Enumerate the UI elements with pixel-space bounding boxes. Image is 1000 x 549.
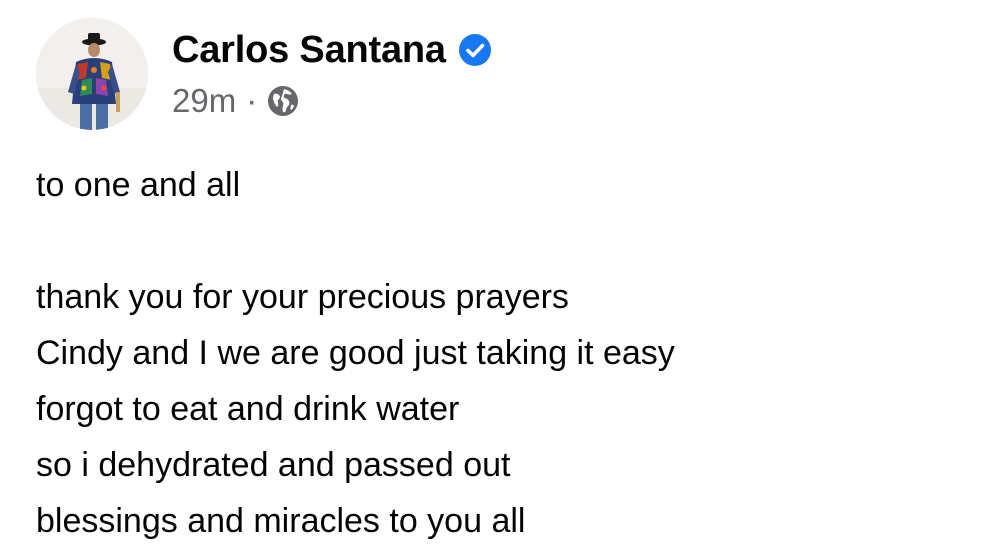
author-name[interactable]: Carlos Santana <box>172 27 446 73</box>
post-greeting: to one and all <box>36 166 241 204</box>
post-timestamp[interactable]: 29m <box>172 77 236 125</box>
globe-icon[interactable] <box>267 85 299 117</box>
post-meta: Carlos Santana 29m · <box>172 23 492 125</box>
post-body: to one and all thank you for your precio… <box>36 157 976 549</box>
post-header: Carlos Santana 29m · <box>36 16 492 132</box>
post-subtitle: 29m · <box>172 77 492 125</box>
post-line: forgot to eat and drink water <box>36 390 460 428</box>
author-avatar[interactable] <box>36 18 148 130</box>
verified-badge-icon <box>458 33 492 67</box>
separator-dot: · <box>246 82 258 119</box>
facebook-post: Carlos Santana 29m · to one and all than… <box>0 0 1000 548</box>
avatar-photo <box>36 18 148 130</box>
post-line: Cindy and I we are good just taking it e… <box>36 334 675 372</box>
post-line: blessings and miracles to you all <box>36 502 526 540</box>
post-line: so i dehydrated and passed out <box>36 446 511 484</box>
post-line: thank you for your precious prayers <box>36 278 569 316</box>
author-row: Carlos Santana <box>172 27 492 73</box>
